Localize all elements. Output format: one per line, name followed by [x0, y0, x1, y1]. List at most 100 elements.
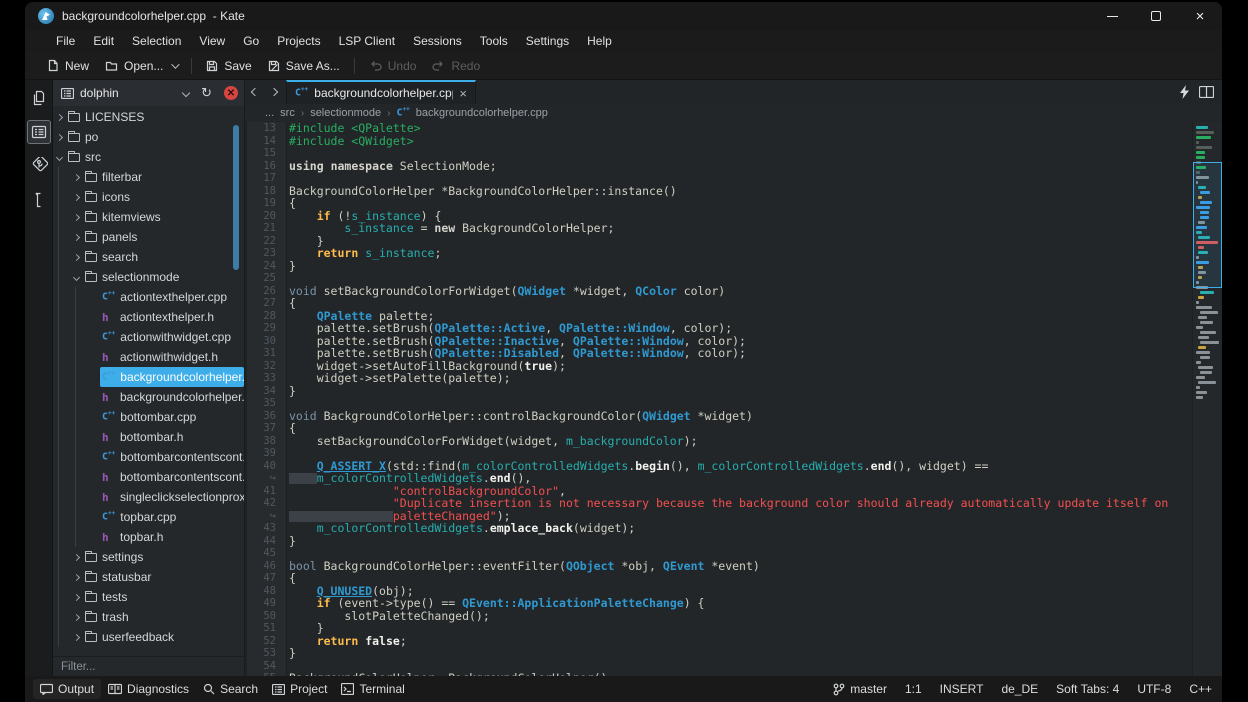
tree-item-body[interactable]: po — [66, 127, 244, 147]
tab-close-icon[interactable]: × — [459, 86, 467, 101]
expander-icon[interactable] — [53, 115, 66, 120]
terminal-button[interactable]: Terminal — [334, 679, 411, 699]
git-branch-indicator[interactable]: master — [833, 682, 887, 696]
menu-projects[interactable]: Projects — [268, 32, 329, 50]
tree-item-body[interactable]: kitemviews — [83, 207, 244, 227]
save-button[interactable]: Save — [198, 55, 259, 77]
close-panel-icon[interactable]: ✕ — [224, 86, 238, 100]
menu-tools[interactable]: Tools — [471, 32, 517, 50]
tree-item-body[interactable]: C++bottombar.cpp — [100, 407, 244, 427]
code-lines[interactable]: #include <QPalette>#include <QWidget>usi… — [287, 122, 1222, 676]
tree-item-body[interactable]: hactionwithwidget.h — [100, 347, 244, 367]
tree-item-body[interactable]: C++backgroundcolorhelper.c... — [100, 367, 244, 387]
diagnostics-button[interactable]: Diagnostics — [101, 679, 196, 699]
search-button[interactable]: Search — [196, 679, 265, 699]
tree-item-body[interactable]: hactiontexthelper.h — [100, 307, 244, 327]
tree-item-bottombar-cpp[interactable]: C++bottombar.cpp — [53, 407, 244, 427]
expander-icon[interactable] — [70, 575, 83, 580]
encoding[interactable]: UTF-8 — [1137, 682, 1171, 696]
menu-lsp-client[interactable]: LSP Client — [330, 32, 404, 50]
tree-item-body[interactable]: hbottombarcontentscont... — [100, 467, 244, 487]
tree-item-body[interactable]: userfeedback — [83, 627, 244, 647]
menu-help[interactable]: Help — [578, 32, 621, 50]
code-line[interactable]: return false; — [289, 635, 1222, 648]
minimize-button[interactable] — [1090, 2, 1134, 30]
symbols-tool-button[interactable] — [27, 188, 51, 212]
refresh-icon[interactable]: ↻ — [201, 86, 212, 101]
tree-item-body[interactable]: search — [83, 247, 244, 267]
maximize-button[interactable] — [1134, 2, 1178, 30]
expander-icon[interactable] — [70, 635, 83, 640]
project-button[interactable]: Project — [265, 679, 334, 699]
tab-back-button[interactable] — [245, 80, 264, 104]
code-line[interactable]: void BackgroundColorHelper::controlBackg… — [289, 410, 1222, 423]
tree-item-selectionmode[interactable]: selectionmode — [53, 267, 244, 287]
tree-item-body[interactable]: C++topbar.cpp — [100, 507, 244, 527]
quick-open-bolt-icon[interactable] — [1180, 85, 1189, 99]
project-dropdown-chevron-icon[interactable] — [182, 89, 190, 97]
tree-item-bottombar-h[interactable]: hbottombar.h — [53, 427, 244, 447]
tree-item-backgroundcolorhelper-h[interactable]: hbackgroundcolorhelper.h — [53, 387, 244, 407]
tree-item-body[interactable]: statusbar — [83, 567, 244, 587]
tree-item-bottombarcontentscont-[interactable]: hbottombarcontentscont... — [53, 467, 244, 487]
expander-icon[interactable] — [70, 275, 83, 280]
code-line[interactable]: } — [289, 260, 1222, 273]
tree-item-search[interactable]: search — [53, 247, 244, 267]
documents-tool-button[interactable] — [27, 86, 51, 110]
tree-item-src[interactable]: src — [53, 147, 244, 167]
cursor-position[interactable]: 1:1 — [905, 682, 922, 696]
expander-icon[interactable] — [70, 615, 83, 620]
code-line[interactable]: } — [289, 622, 1222, 635]
tree-item-panels[interactable]: panels — [53, 227, 244, 247]
tree-item-body[interactable]: hsingleclickselectionproxy... — [100, 487, 244, 507]
tree-item-body[interactable]: hbottombar.h — [100, 427, 244, 447]
tree-item-singleclickselectionproxy-[interactable]: hsingleclickselectionproxy... — [53, 487, 244, 507]
git-tool-button[interactable] — [27, 154, 51, 178]
expander-icon[interactable] — [70, 195, 83, 200]
tree-item-actionwithwidget-cpp[interactable]: C++actionwithwidget.cpp — [53, 327, 244, 347]
minimap-viewport[interactable] — [1193, 162, 1222, 288]
breadcrumb-ellipsis[interactable]: ... — [265, 107, 274, 119]
split-view-icon[interactable] — [1199, 86, 1214, 98]
menu-file[interactable]: File — [47, 32, 84, 50]
file-type[interactable]: C++ — [1189, 682, 1212, 696]
tree-item-body[interactable]: icons — [83, 187, 244, 207]
open-dropdown-chevron-icon[interactable] — [172, 60, 180, 68]
tree-item-trash[interactable]: trash — [53, 607, 244, 627]
menu-selection[interactable]: Selection — [123, 32, 190, 50]
tree-item-tests[interactable]: tests — [53, 587, 244, 607]
menu-sessions[interactable]: Sessions — [404, 32, 471, 50]
tree-item-body[interactable]: selectionmode — [83, 267, 244, 287]
tree-item-body[interactable]: filterbar — [83, 167, 244, 187]
expander-icon[interactable] — [70, 555, 83, 560]
tree-item-body[interactable]: LICENSES — [66, 107, 244, 127]
tab-settings[interactable]: Soft Tabs: 4 — [1056, 682, 1119, 696]
expander-icon[interactable] — [70, 175, 83, 180]
tree-item-actiontexthelper-h[interactable]: hactiontexthelper.h — [53, 307, 244, 327]
filter-input[interactable]: Filter... — [53, 656, 244, 676]
tree-item-body[interactable]: C++actiontexthelper.cpp — [100, 287, 244, 307]
code-line[interactable]: } — [289, 385, 1222, 398]
code-line[interactable]: m_colorControlledWidgets.emplace_back(wi… — [289, 522, 1222, 535]
code-line[interactable]: slotPaletteChanged(); — [289, 610, 1222, 623]
menu-view[interactable]: View — [190, 32, 234, 50]
save-as-button[interactable]: Save As... — [260, 55, 348, 77]
code-view[interactable]: 1314151617181920212223242526272829303132… — [245, 122, 1222, 676]
output-button[interactable]: Output — [33, 679, 101, 699]
tree-item-body[interactable]: settings — [83, 547, 244, 567]
breadcrumb-src[interactable]: src — [280, 107, 295, 119]
expander-icon[interactable] — [70, 215, 83, 220]
tree-item-topbar-h[interactable]: htopbar.h — [53, 527, 244, 547]
tree-item-userfeedback[interactable]: userfeedback — [53, 627, 244, 647]
code-line[interactable]: } — [289, 647, 1222, 660]
code-line[interactable]: BackgroundColorHelper *BackgroundColorHe… — [289, 185, 1222, 198]
expander-icon[interactable] — [70, 255, 83, 260]
tree-item-body[interactable]: C++actionwithwidget.cpp — [100, 327, 244, 347]
tree-item-bottombarcontentscont-[interactable]: C++bottombarcontentscont... — [53, 447, 244, 467]
menu-edit[interactable]: Edit — [84, 32, 123, 50]
code-line[interactable]: BackgroundColorHelper::BackgroundColorHe… — [289, 672, 1222, 676]
tree-item-statusbar[interactable]: statusbar — [53, 567, 244, 587]
tree-item-icons[interactable]: icons — [53, 187, 244, 207]
insert-mode[interactable]: INSERT — [940, 682, 984, 696]
tree-item-topbar-cpp[interactable]: C++topbar.cpp — [53, 507, 244, 527]
